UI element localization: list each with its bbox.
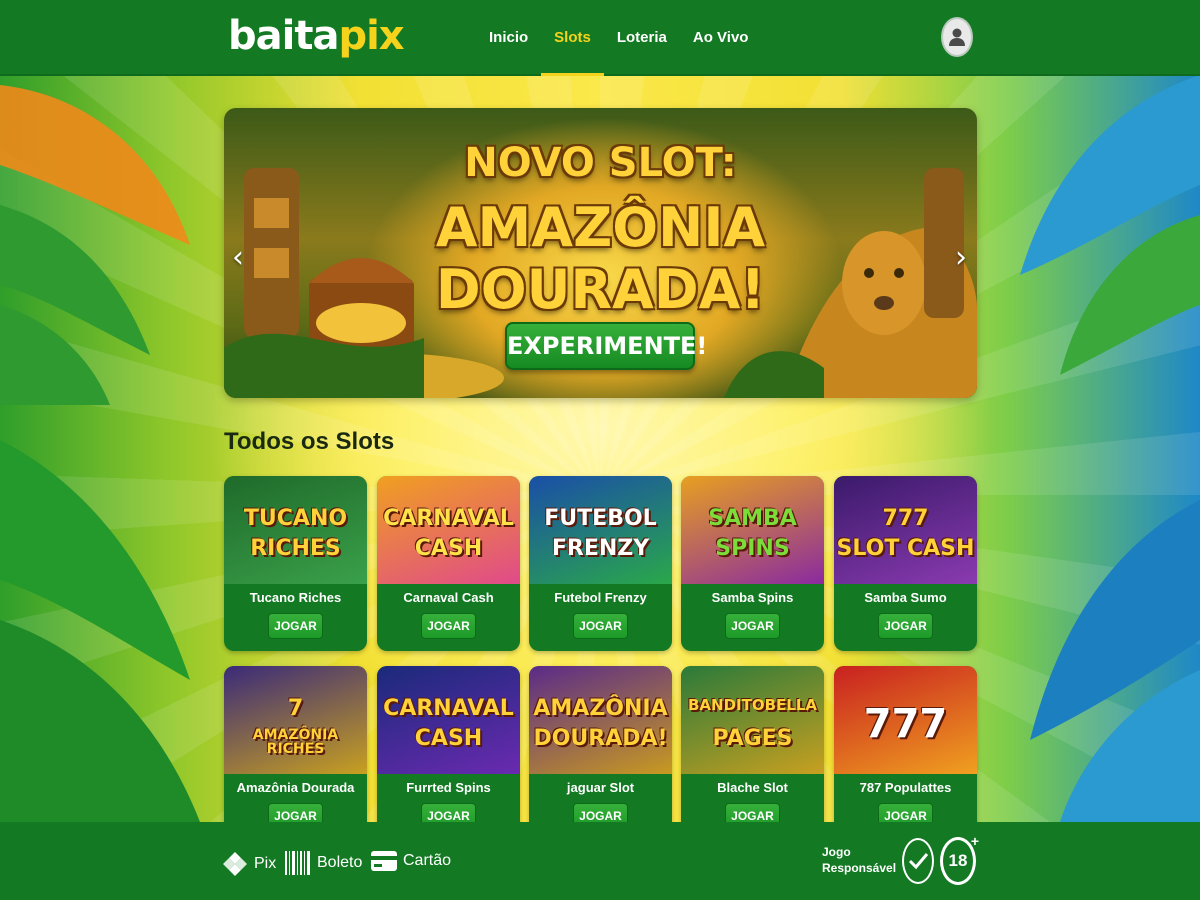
game-thumbnail: SAMBA SPINS	[681, 476, 824, 584]
responsible-gaming-label: Jogo Responsável	[822, 844, 902, 876]
game-art-title-1: CARNAVAL	[383, 696, 514, 721]
barcode-icon	[285, 851, 310, 875]
game-thumbnail: BANDITOBELLA PAGES	[681, 666, 824, 774]
palm-leaf-right-bottom	[1030, 500, 1200, 822]
game-thumbnail: 7 AMAZÔNIA RICHES	[224, 666, 367, 774]
game-art-title-2: RICHES	[250, 536, 341, 561]
game-art-title-1: FUTEBOL	[544, 506, 657, 531]
nav-item-ao-vivo[interactable]: Ao Vivo	[680, 0, 762, 76]
main-nav: Inicio Slots Loteria Ao Vivo	[476, 0, 761, 76]
game-card[interactable]: BANDITOBELLA PAGES Blache Slot JOGAR	[681, 666, 824, 841]
game-card[interactable]: AMAZÔNIA DOURADA! jaguar Slot JOGAR	[529, 666, 672, 841]
game-thumbnail: 777 SLOT CASH	[834, 476, 977, 584]
game-name: Samba Sumo	[864, 590, 947, 605]
banner-title-line-3: DOURADA!	[435, 258, 766, 321]
game-art-title-2: FRENZY	[551, 536, 650, 561]
game-name: Tucano Riches	[249, 590, 342, 605]
pix-icon	[223, 852, 247, 876]
game-name: Furrted Spins	[406, 780, 491, 795]
experimente-button[interactable]: EXPERIMENTE!	[505, 322, 707, 370]
game-art-title-2: SPINS	[715, 536, 790, 561]
game-art-title-2: DOURADA!	[533, 726, 668, 751]
jogar-button[interactable]: JOGAR	[268, 613, 323, 639]
jogar-button[interactable]: JOGAR	[573, 613, 628, 639]
game-thumbnail: TUCANO RICHES	[224, 476, 367, 584]
profile-button[interactable]	[941, 17, 973, 57]
game-card[interactable]: CARNAVAL CASH Carnaval Cash JOGAR	[377, 476, 520, 651]
section-title: Todos os Slots	[224, 428, 395, 455]
game-art-title-2: SLOT CASH	[836, 536, 975, 561]
checkmark-icon	[908, 853, 929, 870]
payment-pix: Pix	[222, 851, 276, 877]
game-name: 787 Populattes	[859, 780, 952, 795]
game-name: Amazônia Dourada	[236, 780, 355, 795]
banner-title-line-1: NOVO SLOT:	[464, 140, 737, 186]
chevron-left-icon[interactable]: ‹	[226, 240, 250, 276]
game-thumbnail: CARNAVAL CASH	[377, 666, 520, 774]
nav-item-slots[interactable]: Slots	[541, 0, 604, 76]
game-thumbnail: CARNAVAL CASH	[377, 476, 520, 584]
game-art-title-1: TUCANO	[243, 506, 348, 531]
payment-boleto: Boleto	[285, 851, 362, 875]
payment-label-boleto: Boleto	[317, 854, 363, 871]
footer: Pix Boleto Cartão Jogo Responsável 18 +	[0, 822, 1200, 900]
responsible-gaming-line-2: Responsável	[822, 861, 897, 875]
payment-label-cartao: Cartão	[403, 852, 452, 869]
game-art-title-2: CASH	[414, 536, 483, 561]
game-art-title-1: SAMBA	[708, 506, 797, 531]
game-art-title-1: 777	[882, 506, 929, 531]
game-art-title-2: AMAZÔNIA RICHES	[252, 727, 339, 757]
game-thumbnail: 777	[834, 666, 977, 774]
jogar-button[interactable]: JOGAR	[421, 613, 476, 639]
payment-label-pix: Pix	[254, 855, 277, 872]
palm-leaf-left-bottom	[0, 440, 200, 822]
brand-logo[interactable]: baitapix	[228, 10, 405, 62]
game-thumbnail: AMAZÔNIA DOURADA!	[529, 666, 672, 774]
game-art-title-1: 777	[863, 701, 948, 747]
user-icon	[949, 28, 965, 46]
age-18-badge: 18 +	[940, 833, 979, 885]
game-art-title-1: CARNAVAL	[383, 506, 514, 531]
game-art-title-1: BANDITOBELLA	[687, 696, 818, 714]
game-name: Futebol Frenzy	[554, 590, 647, 605]
game-card[interactable]: FUTEBOL FRENZY Futebol Frenzy JOGAR	[529, 476, 672, 651]
game-name: Samba Spins	[711, 590, 794, 605]
game-card[interactable]: CARNAVAL CASH Furrted Spins JOGAR	[377, 666, 520, 841]
age-value: 18	[948, 851, 968, 870]
game-card[interactable]: SAMBA SPINS Samba Spins JOGAR	[681, 476, 824, 651]
game-art-title-1: AMAZÔNIA	[533, 696, 668, 721]
logo-part-1: baita	[228, 13, 339, 59]
game-card[interactable]: 777 SLOT CASH Samba Sumo JOGAR	[834, 476, 977, 651]
game-card[interactable]: 777 787 Populattes JOGAR	[834, 666, 977, 841]
game-art-title-2: PAGES	[712, 726, 793, 751]
logo-part-2: pix	[338, 13, 404, 59]
game-card[interactable]: 7 AMAZÔNIA RICHES Amazônia Dourada JOGAR	[224, 666, 367, 841]
top-header: baitapix Inicio Slots Loteria Ao Vivo	[0, 0, 1200, 76]
game-card[interactable]: TUCANO RICHES Tucano Riches JOGAR	[224, 476, 367, 651]
nav-item-loteria[interactable]: Loteria	[604, 0, 680, 76]
chevron-right-icon[interactable]: ›	[949, 240, 973, 276]
game-art-title-2: CASH	[414, 726, 483, 751]
responsible-gaming-badge[interactable]	[902, 838, 934, 884]
jogar-button[interactable]: JOGAR	[878, 613, 933, 639]
card-icon	[371, 851, 397, 871]
palm-leaf-left-top	[0, 85, 190, 405]
jogar-button[interactable]: JOGAR	[725, 613, 780, 639]
banner-title-line-2: AMAZÔNIA	[435, 196, 766, 259]
palm-leaf-right-top	[1020, 75, 1200, 375]
game-name: Carnaval Cash	[403, 590, 494, 605]
age-plus: +	[970, 833, 979, 849]
payment-cartao: Cartão	[371, 851, 451, 871]
game-name: Blache Slot	[717, 780, 788, 795]
game-thumbnail: FUTEBOL FRENZY	[529, 476, 672, 584]
nav-item-inicio[interactable]: Inicio	[476, 0, 541, 76]
responsible-gaming-line-1: Jogo	[822, 845, 851, 859]
game-art-title-1: 7	[287, 696, 304, 721]
game-name: jaguar Slot	[566, 780, 635, 795]
